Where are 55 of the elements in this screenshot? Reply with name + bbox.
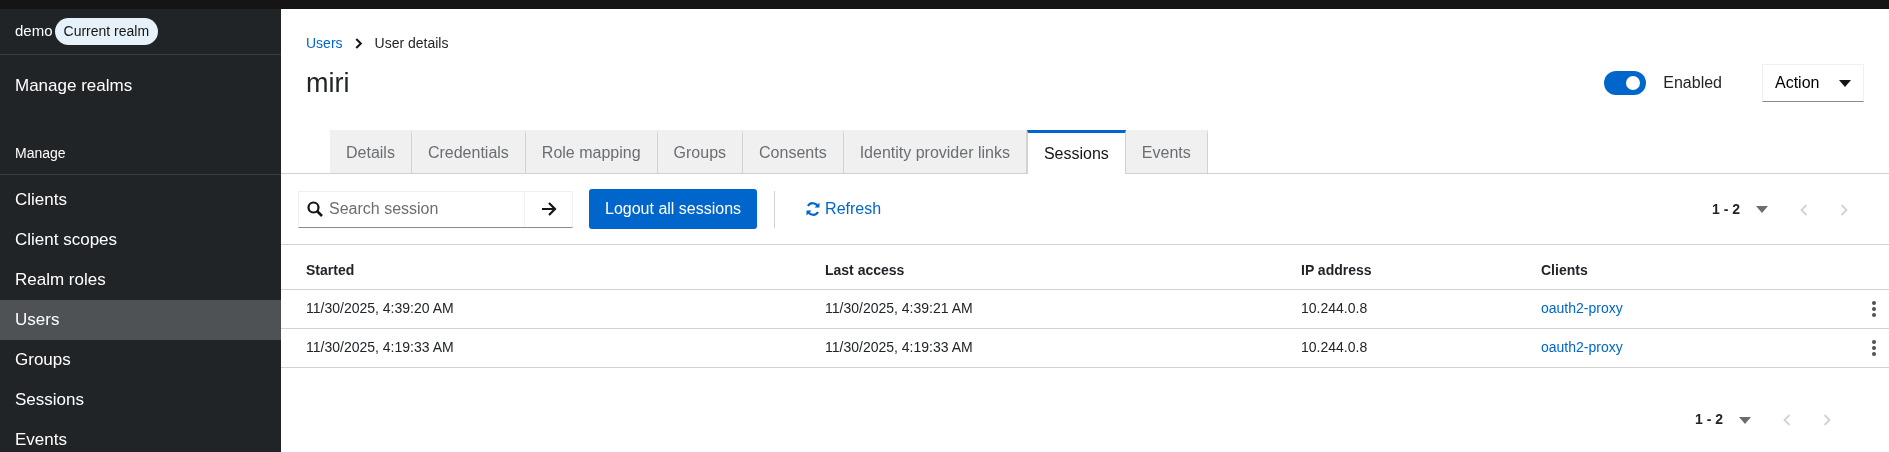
action-dropdown[interactable]: Action	[1762, 64, 1864, 102]
table-cell: 10.244.0.8	[1276, 289, 1516, 328]
section-heading: Manage	[15, 144, 66, 163]
table-cell: 11/30/2025, 4:39:21 AM	[800, 289, 1276, 328]
breadcrumb-current: User details	[374, 33, 449, 53]
tab[interactable]: Consents	[743, 130, 844, 173]
logout-all-button[interactable]: Logout all sessions	[589, 189, 758, 229]
sidebar-link[interactable]: Manage realms	[15, 76, 133, 95]
tab[interactable]: Credentials	[411, 130, 526, 173]
tab[interactable]: Groups	[657, 130, 744, 173]
chevron-right-icon	[1823, 414, 1831, 427]
column-header: IP address	[1276, 245, 1516, 289]
kebab-icon	[1872, 340, 1876, 357]
tab[interactable]: Identity provider links	[843, 130, 1027, 173]
caret-down-icon	[1839, 79, 1851, 87]
table-cell: 11/30/2025, 4:39:20 AM	[281, 289, 800, 328]
sidebar-item[interactable]: Events	[0, 420, 281, 452]
tab[interactable]: Details	[330, 130, 412, 173]
chevron-right-icon	[354, 37, 363, 49]
chevron-right-icon	[1840, 203, 1848, 216]
sidebar-item[interactable]: Sessions	[0, 380, 281, 420]
search-icon	[307, 201, 323, 217]
column-header: Started	[281, 245, 800, 289]
page-title: miri	[306, 66, 351, 100]
client-link[interactable]: oauth2-proxy	[1541, 300, 1623, 316]
tab[interactable]: Role mapping	[525, 130, 658, 173]
toggle-switch[interactable]	[1604, 71, 1647, 95]
refresh-button[interactable]: Refresh	[799, 196, 888, 222]
kebab-icon	[1872, 301, 1876, 318]
sidebar-item[interactable]: Clients	[0, 180, 281, 220]
tab[interactable]: Sessions	[1026, 130, 1126, 174]
client-link[interactable]: oauth2-proxy	[1541, 339, 1623, 355]
pagination-range: 1 - 2	[1695, 410, 1723, 429]
arrow-right-icon	[540, 202, 557, 216]
refresh-icon	[805, 201, 822, 217]
sidebar-item[interactable]: Groups	[0, 340, 281, 380]
column-header: Last access	[800, 245, 1276, 289]
table-cell: 11/30/2025, 4:19:33 AM	[281, 328, 800, 367]
search-bar[interactable]: Search session	[298, 190, 573, 228]
realm-name: demo	[15, 21, 53, 42]
chevron-left-icon	[1783, 414, 1791, 427]
sidebar-item[interactable]: Client scopes	[0, 220, 281, 260]
pagination-range: 1 - 2	[1712, 199, 1740, 219]
column-header: Clients	[1516, 245, 1839, 289]
table-cell: 10.244.0.8	[1276, 328, 1516, 367]
table-cell: 11/30/2025, 4:19:33 AM	[800, 328, 1276, 367]
toggle-label: Enabled	[1663, 73, 1722, 93]
chevron-left-icon	[1800, 203, 1808, 216]
breadcrumb-link[interactable]: Users	[306, 32, 343, 54]
sidebar-item[interactable]: Users	[0, 300, 281, 340]
tab[interactable]: Events	[1125, 130, 1208, 173]
sidebar-item[interactable]: Realm roles	[0, 260, 281, 300]
caret-down-icon	[1739, 416, 1751, 424]
caret-down-icon	[1756, 206, 1768, 214]
realm-badge: Current realm	[54, 18, 159, 45]
